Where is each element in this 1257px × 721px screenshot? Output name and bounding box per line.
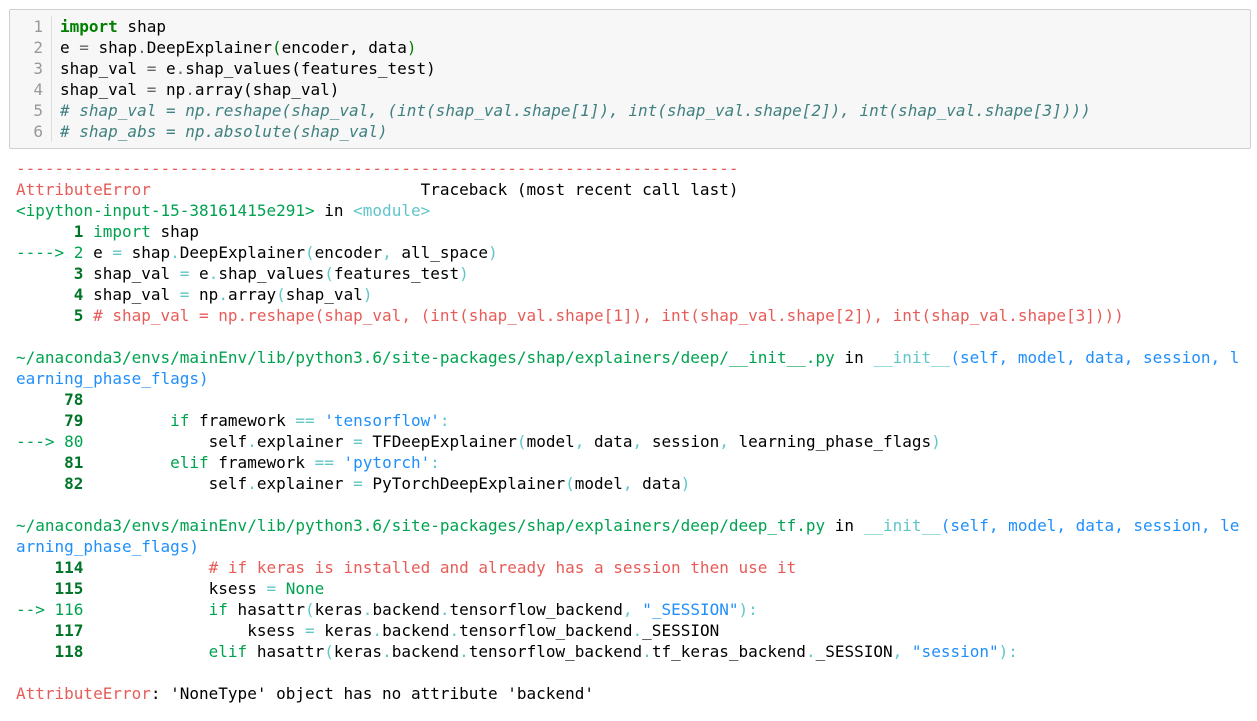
- traceback-line: earning_phase_flags): [16, 369, 209, 388]
- traceback-line: 1 import shap: [16, 222, 200, 241]
- line-number: 6: [10, 121, 52, 142]
- code-line[interactable]: 1 import shap: [10, 16, 166, 37]
- traceback-line: ~/anaconda3/envs/mainEnv/lib/python3.6/s…: [16, 348, 1240, 367]
- traceback-line: 78: [16, 390, 94, 409]
- traceback-line: 3 shap_val = e.shap_values(features_test…: [16, 264, 469, 283]
- traceback-line: <ipython-input-15-38161415e291> in <modu…: [16, 201, 431, 220]
- traceback-line: 79 if framework == 'tensorflow':: [16, 411, 450, 430]
- traceback-line: 4 shap_val = np.array(shap_val): [16, 285, 373, 304]
- code-input-cell[interactable]: 1 import shap 2 e = shap.DeepExplainer(enco…: [9, 9, 1251, 149]
- traceback-line: ---> 80 self.explainer = TFDeepExplainer…: [16, 432, 941, 451]
- code-text: # shap_abs = np.absolute(shap_val): [60, 122, 388, 141]
- traceback-line: 118 elif hasattr(keras.backend.tensorflo…: [16, 642, 1018, 661]
- code-text: import shap: [60, 17, 166, 36]
- traceback-line: 82 self.explainer = PyTorchDeepExplainer…: [16, 474, 691, 493]
- line-number: 3: [10, 58, 52, 79]
- line-number: 5: [10, 100, 52, 121]
- code-text: # shap_val = np.reshape(shap_val, (int(s…: [60, 101, 1091, 120]
- code-line[interactable]: 5 # shap_val = np.reshape(shap_val, (int(…: [10, 100, 1091, 121]
- code-line[interactable]: 2 e = shap.DeepExplainer(encoder, data): [10, 37, 416, 58]
- code-text: shap_val = np.array(shap_val): [60, 80, 340, 99]
- traceback-line: 5 # shap_val = np.reshape(shap_val, (int…: [16, 306, 1124, 325]
- traceback-line: 114 # if keras is installed and already …: [16, 558, 797, 577]
- traceback-line: 115 ksess = None: [16, 579, 325, 598]
- line-number: 1: [10, 16, 52, 37]
- traceback-line: ----> 2 e = shap.DeepExplainer(encoder, …: [16, 243, 498, 262]
- code-line[interactable]: 3 shap_val = e.shap_values(features_test): [10, 58, 436, 79]
- line-number: 4: [10, 79, 52, 100]
- traceback-line: 117 ksess = keras.backend.tensorflow_bac…: [16, 621, 720, 640]
- traceback-line: ----------------------------------------…: [16, 159, 739, 178]
- traceback-line: arning_phase_flags): [16, 537, 200, 556]
- code-text: shap_val = e.shap_values(features_test): [60, 59, 436, 78]
- traceback-line: AttributeError Traceback (most recent ca…: [16, 180, 739, 199]
- traceback-line: --> 116 if hasattr(keras.backend.tensorf…: [16, 600, 758, 619]
- line-number: 2: [10, 37, 52, 58]
- code-text: e = shap.DeepExplainer(encoder, data): [60, 38, 417, 57]
- traceback-line: AttributeError: 'NoneType' object has no…: [16, 684, 594, 703]
- traceback-line: ~/anaconda3/envs/mainEnv/lib/python3.6/s…: [16, 516, 1240, 535]
- code-line[interactable]: 6 # shap_abs = np.absolute(shap_val): [10, 121, 388, 142]
- traceback-line: 81 elif framework == 'pytorch':: [16, 453, 440, 472]
- code-line[interactable]: 4 shap_val = np.array(shap_val): [10, 79, 339, 100]
